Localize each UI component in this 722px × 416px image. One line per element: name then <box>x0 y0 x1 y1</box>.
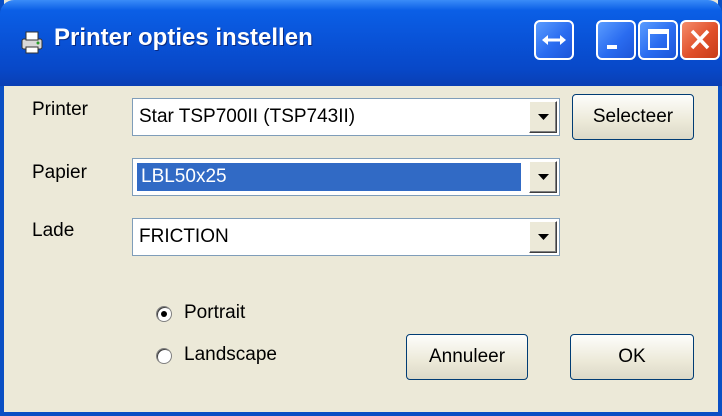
printer-options-dialog: Printer opties instellen Printer Star TS… <box>0 0 722 416</box>
lade-dropdown-arrow[interactable] <box>529 221 557 253</box>
landscape-label[interactable]: Landscape <box>184 344 277 366</box>
lade-value: FRICTION <box>139 226 229 247</box>
window-title: Printer opties instellen <box>54 24 313 51</box>
radio-selected-dot <box>161 311 167 317</box>
papier-value: LBL50x25 <box>137 163 521 191</box>
lade-dropdown[interactable]: FRICTION <box>132 218 560 256</box>
maximize-button[interactable] <box>638 20 678 60</box>
minimize-button[interactable] <box>596 20 636 60</box>
portrait-radio[interactable] <box>156 306 172 322</box>
papier-dropdown[interactable]: LBL50x25 <box>132 158 560 196</box>
close-button[interactable] <box>680 20 720 60</box>
ok-button[interactable]: OK <box>570 334 694 380</box>
printer-icon <box>21 31 43 54</box>
printer-value: Star TSP700II (TSP743II) <box>139 106 356 127</box>
select-button[interactable]: Selecteer <box>572 94 694 140</box>
papier-label: Papier <box>32 162 87 183</box>
cancel-button[interactable]: Annuleer <box>406 334 528 380</box>
printer-dropdown[interactable]: Star TSP700II (TSP743II) <box>132 98 560 136</box>
minimize-icon <box>607 45 617 49</box>
maximize-icon <box>648 29 669 50</box>
chevron-down-icon <box>538 114 549 120</box>
close-icon <box>690 29 710 50</box>
portrait-label[interactable]: Portrait <box>184 302 245 324</box>
printer-label: Printer <box>32 99 88 120</box>
title-bar[interactable]: Printer opties instellen <box>0 0 722 86</box>
chevron-down-icon <box>538 234 549 240</box>
chevron-down-icon <box>538 174 549 180</box>
landscape-radio[interactable] <box>156 348 172 364</box>
lade-label: Lade <box>32 220 75 241</box>
resize-button[interactable] <box>534 20 574 60</box>
resize-icon <box>542 35 566 45</box>
printer-dropdown-arrow[interactable] <box>529 101 557 133</box>
papier-dropdown-arrow[interactable] <box>529 161 557 193</box>
